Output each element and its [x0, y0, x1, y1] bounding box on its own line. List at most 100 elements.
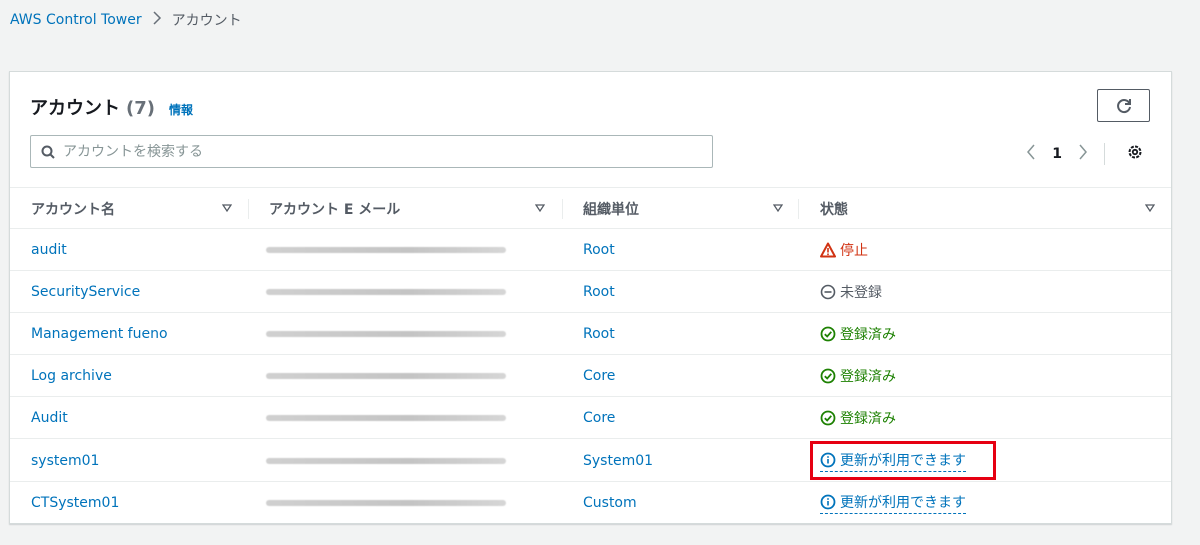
- status-badge: 登録済み: [820, 408, 896, 428]
- caret-down-icon: [222, 204, 232, 213]
- check-circle-icon: [820, 368, 836, 384]
- account-email-cell: [266, 482, 506, 523]
- status-badge[interactable]: 更新が利用できます: [820, 492, 966, 514]
- breadcrumb-current: アカウント: [171, 13, 242, 29]
- ou-cell: Root: [583, 271, 615, 313]
- table-row: CTSystem01 Custom 更新が利用できます: [10, 482, 1171, 523]
- table-row: Log archive Core 登録済み: [10, 355, 1171, 397]
- ou-link[interactable]: Root: [583, 326, 615, 342]
- account-name-link[interactable]: Log archive: [31, 368, 112, 384]
- ou-link[interactable]: Custom: [583, 495, 637, 511]
- account-email-cell: [266, 355, 506, 397]
- account-email-cell: [266, 229, 506, 271]
- redacted-email: [266, 500, 506, 506]
- column-header-ou[interactable]: 組織単位: [583, 188, 783, 230]
- minus-circle-icon: [820, 284, 836, 300]
- caret-down-icon: [773, 204, 783, 213]
- ou-cell: System01: [583, 439, 653, 482]
- breadcrumb: AWS Control Tower アカウント: [10, 10, 242, 30]
- pager-divider: [1104, 143, 1105, 165]
- info-circle-icon: [820, 452, 836, 467]
- account-name-cell: Log archive: [31, 355, 112, 397]
- breadcrumb-root-link[interactable]: AWS Control Tower: [10, 12, 142, 28]
- status-cell: 更新が利用できます: [820, 439, 966, 482]
- account-email-cell: [266, 271, 506, 313]
- account-name-cell: Audit: [31, 397, 68, 439]
- column-divider: [562, 199, 563, 219]
- table-row: SecurityService Root 未登録: [10, 271, 1171, 313]
- account-name-link[interactable]: SecurityService: [31, 284, 140, 300]
- ou-link[interactable]: System01: [583, 453, 653, 469]
- status-cell: 登録済み: [820, 355, 896, 397]
- ou-link[interactable]: Core: [583, 368, 615, 384]
- info-link[interactable]: 情報: [169, 101, 193, 118]
- status-badge: 登録済み: [820, 324, 896, 344]
- redacted-email: [266, 457, 506, 464]
- ou-link[interactable]: Core: [583, 410, 615, 426]
- status-label: 登録済み: [840, 411, 896, 427]
- accounts-panel: アカウント (7) 情報 1 アカウント名: [9, 71, 1172, 524]
- account-email-cell: [266, 439, 506, 482]
- search-input[interactable]: [63, 143, 663, 160]
- account-name-cell: audit: [31, 229, 67, 271]
- ou-link[interactable]: Root: [583, 284, 615, 300]
- status-badge: 停止: [820, 240, 868, 260]
- table-header: アカウント名 アカウント E メール 組織単位 状態: [10, 187, 1171, 230]
- status-cell: 登録済み: [820, 397, 896, 439]
- status-badge[interactable]: 更新が利用できます: [820, 450, 966, 472]
- column-header-status[interactable]: 状態: [820, 188, 1160, 230]
- table-row: Audit Core 登録済み: [10, 397, 1171, 439]
- account-name-link[interactable]: Audit: [31, 410, 68, 426]
- redacted-email: [266, 373, 506, 379]
- gear-icon[interactable]: [1126, 143, 1144, 165]
- ou-cell: Custom: [583, 482, 637, 523]
- account-email-cell: [266, 397, 506, 439]
- table-row: Management fueno Root 登録済み: [10, 313, 1171, 355]
- account-name-link[interactable]: CTSystem01: [31, 495, 119, 511]
- pagination: 1: [1026, 143, 1105, 165]
- next-page-button[interactable]: [1078, 144, 1088, 164]
- warning-icon: [820, 242, 836, 258]
- column-header-account-name[interactable]: アカウント名: [31, 188, 241, 230]
- refresh-button[interactable]: [1097, 89, 1150, 122]
- status-badge: 未登録: [820, 282, 882, 302]
- column-divider: [798, 199, 799, 219]
- column-header-account-email[interactable]: アカウント E メール: [269, 188, 549, 230]
- status-cell: 未登録: [820, 271, 882, 313]
- chevron-right-icon: [152, 11, 162, 29]
- ou-link[interactable]: Root: [583, 242, 615, 258]
- ou-cell: Root: [583, 229, 615, 271]
- prev-page-button[interactable]: [1026, 144, 1036, 164]
- table-row: system01 System01 更新が利用できます: [10, 439, 1171, 482]
- account-email-cell: [266, 313, 506, 355]
- chevron-right-icon: [1079, 144, 1087, 160]
- status-label: 登録済み: [840, 369, 896, 385]
- panel-header: アカウント (7) 情報: [30, 94, 193, 120]
- page-number[interactable]: 1: [1052, 146, 1062, 162]
- account-name-cell: system01: [31, 439, 99, 482]
- redacted-email: [266, 289, 506, 295]
- account-name-cell: CTSystem01: [31, 482, 119, 523]
- search-icon: [41, 145, 55, 159]
- check-circle-icon: [820, 410, 836, 426]
- status-label: 登録済み: [840, 327, 896, 343]
- refresh-icon: [1116, 98, 1131, 113]
- status-label: 更新が利用できます: [840, 452, 966, 469]
- search-field[interactable]: [30, 135, 713, 168]
- info-circle-icon: [820, 494, 836, 510]
- redacted-email: [266, 247, 506, 253]
- page-title: アカウント: [30, 98, 120, 119]
- account-name-link[interactable]: Management fueno: [31, 326, 168, 342]
- account-name-link[interactable]: audit: [31, 242, 67, 258]
- status-label: 未登録: [840, 285, 882, 301]
- account-name-link[interactable]: system01: [31, 453, 99, 469]
- status-label: 更新が利用できます: [840, 495, 966, 511]
- account-name-cell: SecurityService: [31, 271, 140, 313]
- status-cell: 更新が利用できます: [820, 482, 966, 523]
- status-cell: 停止: [820, 229, 868, 271]
- check-circle-icon: [820, 326, 836, 342]
- table-row: audit Root 停止: [10, 229, 1171, 271]
- chevron-left-icon: [1027, 144, 1035, 160]
- caret-down-icon: [1145, 204, 1155, 213]
- ou-cell: Core: [583, 397, 615, 439]
